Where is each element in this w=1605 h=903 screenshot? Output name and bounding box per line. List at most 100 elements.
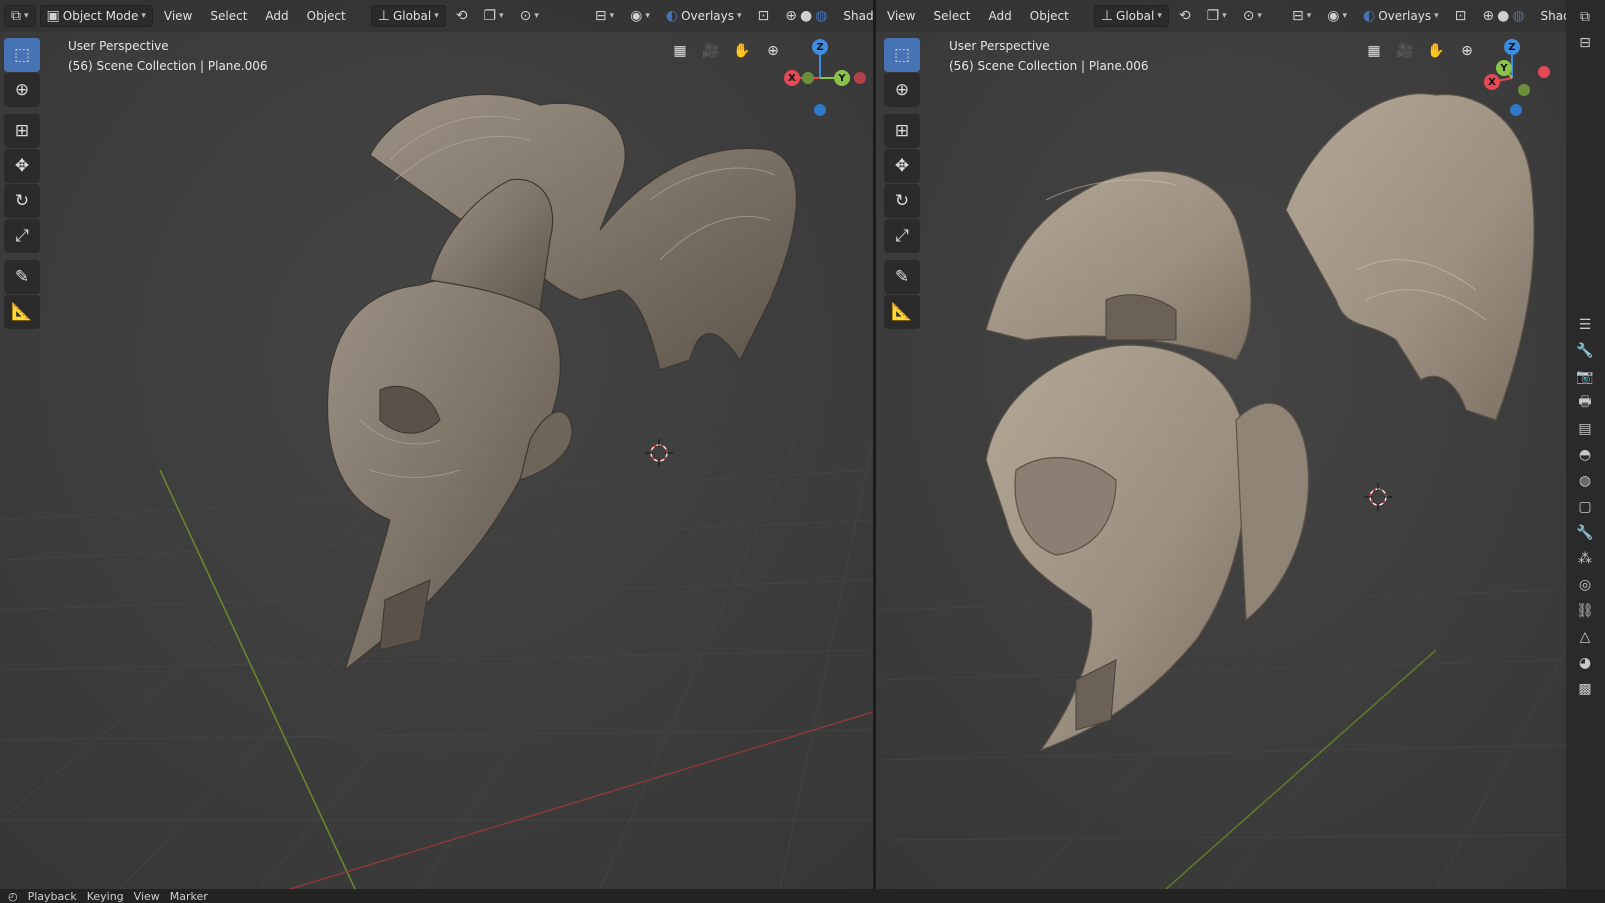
grid-view-icon[interactable]: ▦ [1362, 39, 1386, 63]
texture-icon[interactable]: ▩ [1570, 676, 1600, 702]
rotate-tool[interactable]: ↻ [4, 184, 40, 218]
camera-icon[interactable]: 🎥 [699, 39, 723, 63]
timeline-menu-marker[interactable]: Marker [170, 890, 208, 903]
view-options-button-right[interactable]: ⊟ ▾ [1286, 5, 1317, 27]
menu-add[interactable]: Add [258, 5, 295, 27]
menu-select[interactable]: Select [203, 5, 254, 27]
overlays-dropdown-right[interactable]: ◐ Overlays ▾ [1357, 5, 1445, 27]
visibility-button[interactable]: ◉ ▾ [624, 5, 656, 27]
hand-pan-icon[interactable]: ✋ [730, 39, 754, 63]
scene-icon[interactable]: ◓ [1570, 442, 1600, 468]
select-box-tool-right[interactable]: ⬚ [884, 38, 920, 72]
menu-view[interactable]: View [157, 5, 199, 27]
navigation-gizmo[interactable]: Z X Y [780, 38, 866, 118]
hand-pan-icon[interactable]: ✋ [1424, 39, 1448, 63]
axis-neg-z[interactable] [814, 104, 826, 116]
properties-editor-icon[interactable]: ☰ [1570, 312, 1600, 338]
transform-tool-right[interactable]: ⊞ [884, 114, 920, 148]
axis-y[interactable]: Y [834, 70, 850, 86]
cursor-tool[interactable]: ⊕ [4, 73, 40, 107]
select-box-tool[interactable]: ⬚ [4, 38, 40, 72]
menu-select-right[interactable]: Select [926, 5, 977, 27]
axis-y-right[interactable]: Y [1496, 60, 1512, 76]
orientation-dropdown-right[interactable]: ⊥ Global ▾ [1093, 5, 1169, 27]
orientation-dropdown[interactable]: ⊥ Global ▾ [370, 5, 446, 27]
pivot-button[interactable]: ⟲ [450, 5, 474, 27]
solid-icon: ● [799, 8, 813, 24]
menu-object[interactable]: Object [300, 5, 353, 27]
shading-dropdown-right[interactable]: Shading▾ [1535, 5, 1566, 27]
axis-neg-y-right[interactable] [1518, 84, 1530, 96]
overlays-dropdown[interactable]: ◐ Overlays ▾ [660, 5, 748, 27]
timeline-menu-keying[interactable]: Keying [87, 890, 124, 903]
timeline-menu-view[interactable]: View [134, 890, 160, 903]
scale-tool[interactable]: ⤢ [4, 219, 40, 253]
shading-buttons-right[interactable]: ⊕ ● ◍ [1476, 5, 1530, 27]
visibility-button-right[interactable]: ◉ ▾ [1321, 5, 1353, 27]
axis-neg-y[interactable] [802, 72, 814, 84]
proportional-edit-button-right[interactable]: ⊙ ▾ [1237, 5, 1268, 27]
axis-z[interactable]: Z [812, 39, 828, 55]
modifier-icon[interactable]: 🔧 [1570, 520, 1600, 546]
outliner-filter-icon[interactable]: ⊟ [1570, 30, 1600, 56]
left-3d-viewport[interactable]: ⧉ ▾ ▣ Object Mode ▾ View Select Add Object … [0, 0, 873, 889]
grid-view-icon[interactable]: ▦ [668, 39, 692, 63]
snap-button-right[interactable]: ❐ ▾ [1201, 5, 1233, 27]
axis-z-right[interactable]: Z [1504, 39, 1520, 55]
collection-text: (56) Scene Collection | Plane.006 [68, 59, 268, 73]
constraints-icon[interactable]: ⛓ [1570, 598, 1600, 624]
snap-icon: ❐ [483, 8, 497, 24]
move-tool-right[interactable]: ✥ [884, 149, 920, 183]
tool-icon[interactable]: 🔧 [1570, 338, 1600, 364]
transform-tool[interactable]: ⊞ [4, 114, 40, 148]
axis-neg-z-right[interactable] [1510, 104, 1522, 116]
xray-icon: ⊡ [757, 8, 770, 24]
output-icon[interactable]: 🖶 [1570, 390, 1600, 416]
data-icon[interactable]: △ [1570, 624, 1600, 650]
pivot-button-right[interactable]: ⟲ [1173, 5, 1197, 27]
xray-toggle[interactable]: ⊡ [752, 5, 776, 27]
navigation-gizmo-right[interactable]: Z X Y [1472, 38, 1552, 118]
editor-type-icon[interactable]: ⧉ [1570, 4, 1600, 30]
physics-icon[interactable]: ◎ [1570, 572, 1600, 598]
axis-x[interactable]: X [784, 70, 800, 86]
menu-add-right[interactable]: Add [982, 5, 1019, 27]
shading-buttons[interactable]: ⊕ ● ◍ [779, 5, 833, 27]
annotate-tool-right[interactable]: ✎ [884, 260, 920, 294]
object-mode-icon: ▣ [46, 8, 60, 24]
view-layer-icon[interactable]: ▤ [1570, 416, 1600, 442]
mode-dropdown[interactable]: ▣ Object Mode ▾ [39, 5, 153, 27]
axis-x-right[interactable]: X [1484, 74, 1500, 90]
world-icon[interactable]: ◍ [1570, 468, 1600, 494]
left-viewport-header: ⧉ ▾ ▣ Object Mode ▾ View Select Add Object … [0, 0, 873, 32]
timeline-menu-playback[interactable]: Playback [28, 890, 77, 903]
camera-icon[interactable]: 🎥 [1393, 39, 1417, 63]
measure-tool-right[interactable]: 📐 [884, 295, 920, 329]
particles-icon[interactable]: ⁂ [1570, 546, 1600, 572]
right-3d-viewport[interactable]: View Select Add Object ⊥ Global ▾ ⟲ ❐ ▾ ⊙ ▾ … [876, 0, 1566, 889]
axis-neg-x[interactable] [854, 72, 866, 84]
move-tool[interactable]: ✥ [4, 149, 40, 183]
navigation-buttons-right: ▦ 🎥 ✋ ⊕ [1362, 39, 1479, 63]
scale-tool-right[interactable]: ⤢ [884, 219, 920, 253]
rotate-tool-right[interactable]: ↻ [884, 184, 920, 218]
menu-view-right[interactable]: View [880, 5, 922, 27]
object-icon[interactable]: ▢ [1570, 494, 1600, 520]
xray-toggle-right[interactable]: ⊡ [1449, 5, 1473, 27]
render-icon[interactable]: 📷 [1570, 364, 1600, 390]
annotate-tool[interactable]: ✎ [4, 260, 40, 294]
shading-dropdown[interactable]: Shading▾ [837, 5, 873, 27]
clock-icon[interactable]: ◴ [8, 890, 18, 903]
axis-neg-x-right[interactable] [1538, 66, 1550, 78]
measure-tool[interactable]: 📐 [4, 295, 40, 329]
material-tab-icon[interactable]: ◕ [1570, 650, 1600, 676]
editor-type-button[interactable]: ⧉ ▾ [4, 5, 36, 27]
xray-icon: ⊡ [1454, 8, 1467, 24]
cursor-tool-right[interactable]: ⊕ [884, 73, 920, 107]
view-options-button[interactable]: ⊟ ▾ [589, 5, 620, 27]
snap-button[interactable]: ❐ ▾ [477, 5, 509, 27]
proportional-edit-button[interactable]: ⊙ ▾ [514, 5, 545, 27]
menu-object-right[interactable]: Object [1023, 5, 1076, 27]
orientation-label: Global [392, 9, 432, 23]
wireframe-icon: ⊕ [1482, 8, 1495, 24]
